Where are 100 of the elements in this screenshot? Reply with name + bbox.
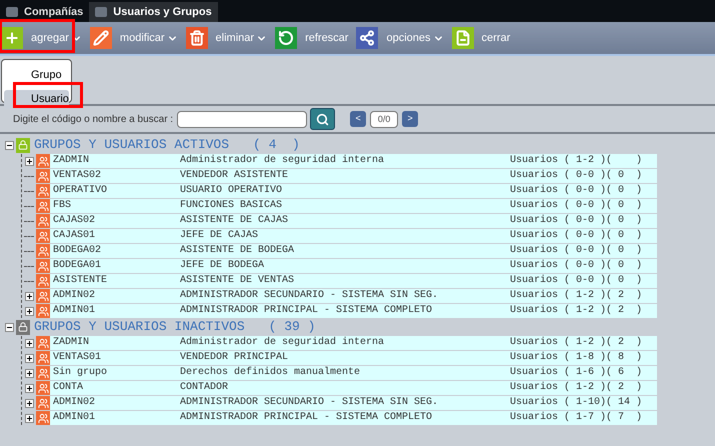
group-description: ADMINISTRADOR SECUNDARIO - SISTEMA SIN SEG. [180,289,440,303]
group-description: Derechos definidos manualmente [180,366,362,380]
group-code: Sin grupo [52,366,108,380]
expand-icon[interactable] [24,384,34,392]
tree-row[interactable]: ADMIN01 ADMINISTRADOR PRINCIPAL - SISTEMA COMPLETO Usuarios ( 1-7 )( 7 ) [50,411,657,425]
document-icon [452,27,474,49]
group-icon [36,336,50,350]
group-description: Administrador de seguridad interna [180,336,386,350]
user-count: Usuarios ( 1-10)( 14 ) [510,396,642,410]
group-code: OPERATIVO [52,184,108,198]
tree-row[interactable]: CAJAS01 JEFE DE CAJAS Usuarios ( 0-0 )( 0 ) [50,229,657,243]
group-code: BODEGA02 [52,244,102,258]
search-field[interactable] [177,110,308,128]
group-title: GRUPOS Y USUARIOS INACTIVOS [34,318,245,336]
user-count: Usuarios ( 1-2 )( 2 ) [510,304,642,318]
menu-item[interactable]: Grupo [4,66,69,85]
group-description: ASISTENTE DE VENTAS [180,274,296,288]
tree-row[interactable]: BODEGA02 ASISTENTE DE BODEGA Usuarios ( 0-0 )( 0 ) [50,244,657,258]
toolbar-button[interactable]: agregar [31,30,69,46]
user-count: Usuarios ( 1-2 )( 2 ) [510,381,642,395]
group-description: ASISTENTE DE BODEGA [180,244,296,258]
next-button[interactable]: > [402,111,418,127]
group-description: ADMINISTRADOR PRINCIPAL - SISTEMA COMPLETO [180,304,434,318]
group-description: Administrador de seguridad interna [180,154,386,168]
collapse-icon[interactable] [5,140,14,150]
group-code: ADMIN02 [52,289,96,303]
user-count: Usuarios ( 0-0 )( 0 ) [510,274,642,288]
search-icon [316,112,330,126]
tree-line [24,280,34,282]
group-icon [36,229,50,243]
page-counter: 0/0 [370,110,398,128]
group-description: ADMINISTRADOR PRINCIPAL - SISTEMA COMPLETO [180,411,434,425]
tree-line [24,190,34,192]
toolbar-button[interactable]: cerrar [482,30,510,46]
tree-row[interactable]: FBS FUNCIONES BASICAS Usuarios ( 0-0 )( 0 ) [50,199,657,213]
tree-row[interactable]: VENTAS02 VENDEDOR ASISTENTE Usuarios ( 0-0 )( 0 ) [50,169,657,183]
group-icon [36,169,50,183]
tree-row[interactable]: Sin grupo Derechos definidos manualmente Usuarios ( 1-6 )( 6 ) [50,366,657,380]
group-icon [36,274,50,288]
tree-row[interactable]: BODEGA01 JEFE DE BODEGA Usuarios ( 0-0 )( 0 ) [50,259,657,273]
previous-button[interactable]: < [350,111,366,127]
tree-row[interactable]: ADMIN02 ADMINISTRADOR SECUNDARIO - SISTEMA SIN SEG. Usuarios ( 1-10)( 14 ) [50,396,657,410]
tree-row[interactable]: CONTA CONTADOR Usuarios ( 1-2 )( 2 ) [50,381,657,395]
group-description: USUARIO OPERATIVO [180,184,284,198]
tree-row[interactable]: ADMIN02 ADMINISTRADOR SECUNDARIO - SISTEMA SIN SEG. Usuarios ( 1-2 )( 2 ) [50,289,657,303]
group-code: VENTAS01 [52,351,102,365]
user-count: Usuarios ( 0-0 )( 0 ) [510,169,642,183]
expand-icon[interactable] [24,368,34,378]
user-count: Usuarios ( 1-6 )( 6 ) [510,366,642,380]
expand-icon[interactable] [24,292,34,300]
user-count: Usuarios ( 1-2 )( 2 ) [510,289,642,303]
tree-row[interactable]: ZADMIN Administrador de seguridad interna Usuarios ( 1-2 )( ) [50,154,657,168]
tree-row[interactable]: CAJAS02 ASISTENTE DE CAJAS Usuarios ( 0-0 )( 0 ) [50,214,657,228]
user-count: Usuarios ( 0-0 )( 0 ) [510,244,642,258]
window-tab[interactable]: Compañías [0,2,90,22]
user-count: Usuarios ( 0-0 )( 0 ) [510,214,642,228]
window-tab[interactable]: Usuarios y Grupos [89,2,218,22]
expand-icon[interactable] [24,414,34,422]
user-count: Usuarios ( 1-2 )( ) [510,154,642,168]
group-description: CONTADOR [180,381,230,395]
group-icon [36,259,50,273]
group-code: ZADMIN [52,154,90,168]
tree-row[interactable]: ADMIN01 ADMINISTRADOR PRINCIPAL - SISTEMA COMPLETO Usuarios ( 1-2 )( 2 ) [50,304,657,318]
plus-icon [1,27,23,49]
tree-row[interactable]: ASISTENTE ASISTENTE DE VENTAS Usuarios ( 0-0 )( 0 ) [50,274,657,288]
expand-icon[interactable] [24,338,34,348]
collapse-icon[interactable] [5,322,14,332]
group-description: VENDEDOR PRINCIPAL [180,351,290,365]
tree-row[interactable]: VENTAS01 VENDEDOR PRINCIPAL Usuarios ( 1-8 )( 8 ) [50,351,657,365]
refresh-icon [275,27,298,49]
tree-row[interactable]: ZADMIN Administrador de seguridad interna Usuarios ( 1-2 )( 2 ) [50,336,657,350]
user-count: Usuarios ( 0-0 )( 0 ) [510,259,642,273]
group-description: VENDEDOR ASISTENTE [180,169,290,183]
expand-icon[interactable] [24,398,34,408]
user-count: Usuarios ( 0-0 )( 0 ) [510,229,642,243]
group-icon [36,154,50,168]
group-code: CONTA [52,381,84,395]
tree-row[interactable]: OPERATIVO USUARIO OPERATIVO Usuarios ( 0-0 )( 0 ) [50,184,657,198]
group-icon [36,244,50,258]
lock-icon [16,320,30,334]
tree-line [24,220,34,222]
expand-icon[interactable] [24,306,34,316]
group-icon [36,289,50,303]
group-title: GRUPOS Y USUARIOS ACTIVOS [34,136,230,154]
expand-icon[interactable] [24,156,34,166]
group-code: CAJAS01 [52,229,96,243]
search-button[interactable] [310,108,336,130]
group-description: ADMINISTRADOR SECUNDARIO - SISTEMA SIN SEG. [180,396,440,410]
user-count: Usuarios ( 0-0 )( 0 ) [510,199,642,213]
toolbar-button[interactable]: modificar [120,30,165,46]
toolbar-button[interactable]: opciones [386,30,431,46]
group-icon [36,411,50,425]
group-icon [36,184,50,198]
group-code: FBS [52,199,72,213]
expand-icon[interactable] [24,354,34,362]
group-description: JEFE DE CAJAS [180,229,260,243]
group-icon [36,304,50,318]
group-description: JEFE DE BODEGA [180,259,266,273]
group-code: ZADMIN [52,336,90,350]
lock-icon [16,138,30,152]
